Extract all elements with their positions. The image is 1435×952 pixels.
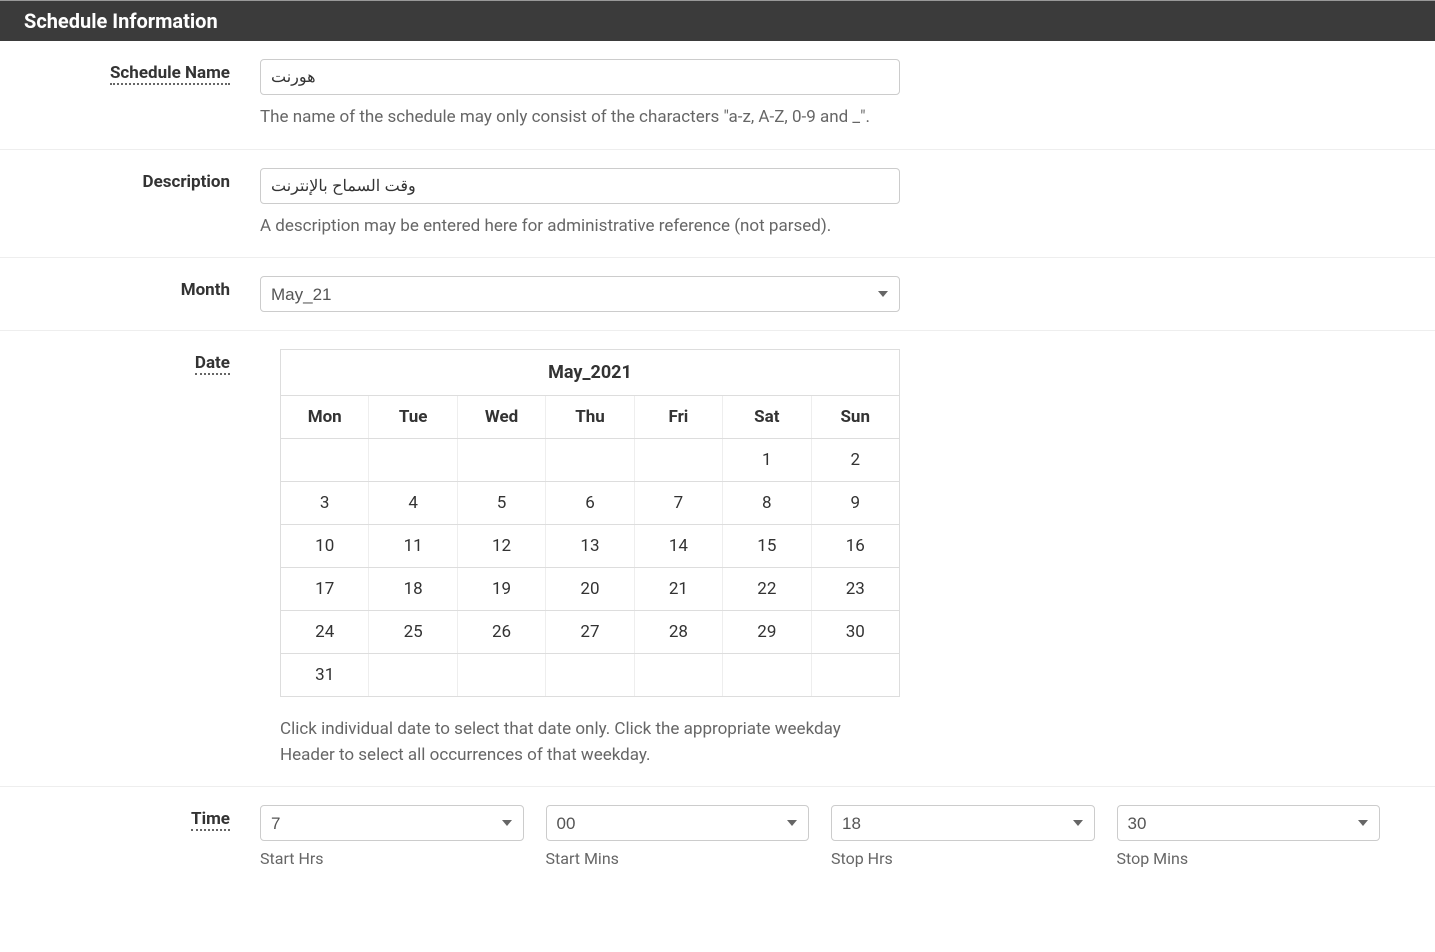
calendar-weekday-header: MonTueWedThuFriSatSun xyxy=(281,396,899,439)
calendar-week-row: 31 xyxy=(281,654,899,696)
panel-title: Schedule Information xyxy=(0,0,1435,41)
calendar-day-23[interactable]: 23 xyxy=(812,568,899,610)
label-stop-hrs: Stop Hrs xyxy=(831,849,1095,868)
label-schedule-name: Schedule Name xyxy=(110,63,230,85)
calendar-day-empty xyxy=(812,654,899,696)
calendar-day-2[interactable]: 2 xyxy=(812,439,899,481)
calendar-day-28[interactable]: 28 xyxy=(635,611,723,653)
calendar: May_2021 MonTueWedThuFriSatSun 123456789… xyxy=(280,349,900,697)
time-group-stop-mins: 30 Stop Mins xyxy=(1117,805,1381,868)
time-group-start-hrs: 7 Start Hrs xyxy=(260,805,524,868)
weekday-header-thu[interactable]: Thu xyxy=(546,396,634,438)
calendar-day-27[interactable]: 27 xyxy=(546,611,634,653)
calendar-week-row: 12 xyxy=(281,439,899,482)
calendar-day-6[interactable]: 6 xyxy=(546,482,634,524)
label-time: Time xyxy=(191,809,230,831)
weekday-header-fri[interactable]: Fri xyxy=(635,396,723,438)
calendar-day-empty xyxy=(635,654,723,696)
calendar-week-row: 24252627282930 xyxy=(281,611,899,654)
calendar-day-empty xyxy=(723,654,811,696)
calendar-day-25[interactable]: 25 xyxy=(369,611,457,653)
calendar-day-21[interactable]: 21 xyxy=(635,568,723,610)
row-time: Time 7 Start Hrs 00 xyxy=(0,787,1435,886)
calendar-day-empty xyxy=(281,439,369,481)
calendar-day-empty xyxy=(458,654,546,696)
calendar-day-20[interactable]: 20 xyxy=(546,568,634,610)
help-date: Click individual date to select that dat… xyxy=(280,717,880,768)
label-stop-mins: Stop Mins xyxy=(1117,849,1381,868)
calendar-day-19[interactable]: 19 xyxy=(458,568,546,610)
stop-hrs-select[interactable]: 18 xyxy=(831,805,1095,841)
calendar-week-row: 17181920212223 xyxy=(281,568,899,611)
label-start-mins: Start Mins xyxy=(546,849,810,868)
calendar-day-29[interactable]: 29 xyxy=(723,611,811,653)
weekday-header-sun[interactable]: Sun xyxy=(812,396,899,438)
weekday-header-tue[interactable]: Tue xyxy=(369,396,457,438)
calendar-title: May_2021 xyxy=(281,350,899,396)
calendar-day-9[interactable]: 9 xyxy=(812,482,899,524)
weekday-header-sat[interactable]: Sat xyxy=(723,396,811,438)
row-schedule-name: Schedule Name The name of the schedule m… xyxy=(0,41,1435,150)
time-group-start-mins: 00 Start Mins xyxy=(546,805,810,868)
calendar-day-1[interactable]: 1 xyxy=(723,439,811,481)
calendar-day-16[interactable]: 16 xyxy=(812,525,899,567)
calendar-day-17[interactable]: 17 xyxy=(281,568,369,610)
weekday-header-wed[interactable]: Wed xyxy=(458,396,546,438)
label-date: Date xyxy=(195,353,230,375)
help-schedule-name: The name of the schedule may only consis… xyxy=(260,105,1380,131)
calendar-day-8[interactable]: 8 xyxy=(723,482,811,524)
calendar-day-18[interactable]: 18 xyxy=(369,568,457,610)
calendar-day-22[interactable]: 22 xyxy=(723,568,811,610)
label-description: Description xyxy=(143,172,230,192)
stop-mins-select[interactable]: 30 xyxy=(1117,805,1381,841)
label-start-hrs: Start Hrs xyxy=(260,849,524,868)
calendar-day-10[interactable]: 10 xyxy=(281,525,369,567)
calendar-day-15[interactable]: 15 xyxy=(723,525,811,567)
calendar-day-12[interactable]: 12 xyxy=(458,525,546,567)
calendar-day-empty xyxy=(369,654,457,696)
calendar-day-30[interactable]: 30 xyxy=(812,611,899,653)
month-select[interactable]: May_21 xyxy=(260,276,900,312)
calendar-day-11[interactable]: 11 xyxy=(369,525,457,567)
calendar-day-24[interactable]: 24 xyxy=(281,611,369,653)
label-month: Month xyxy=(181,280,230,300)
calendar-day-empty xyxy=(546,654,634,696)
calendar-day-14[interactable]: 14 xyxy=(635,525,723,567)
calendar-day-13[interactable]: 13 xyxy=(546,525,634,567)
calendar-day-empty xyxy=(635,439,723,481)
calendar-day-7[interactable]: 7 xyxy=(635,482,723,524)
calendar-week-row: 10111213141516 xyxy=(281,525,899,568)
calendar-week-row: 3456789 xyxy=(281,482,899,525)
start-mins-select[interactable]: 00 xyxy=(546,805,810,841)
start-hrs-select[interactable]: 7 xyxy=(260,805,524,841)
calendar-day-5[interactable]: 5 xyxy=(458,482,546,524)
help-description: A description may be entered here for ad… xyxy=(260,214,1380,240)
calendar-day-3[interactable]: 3 xyxy=(281,482,369,524)
calendar-day-empty xyxy=(546,439,634,481)
calendar-day-empty xyxy=(369,439,457,481)
row-description: Description A description may be entered… xyxy=(0,150,1435,259)
description-input[interactable] xyxy=(260,168,900,204)
weekday-header-mon[interactable]: Mon xyxy=(281,396,369,438)
calendar-day-31[interactable]: 31 xyxy=(281,654,369,696)
calendar-day-empty xyxy=(458,439,546,481)
row-month: Month May_21 xyxy=(0,258,1435,331)
schedule-name-input[interactable] xyxy=(260,59,900,95)
row-date: Date May_2021 MonTueWedThuFriSatSun 1234… xyxy=(0,331,1435,787)
time-group-stop-hrs: 18 Stop Hrs xyxy=(831,805,1095,868)
calendar-day-4[interactable]: 4 xyxy=(369,482,457,524)
calendar-day-26[interactable]: 26 xyxy=(458,611,546,653)
